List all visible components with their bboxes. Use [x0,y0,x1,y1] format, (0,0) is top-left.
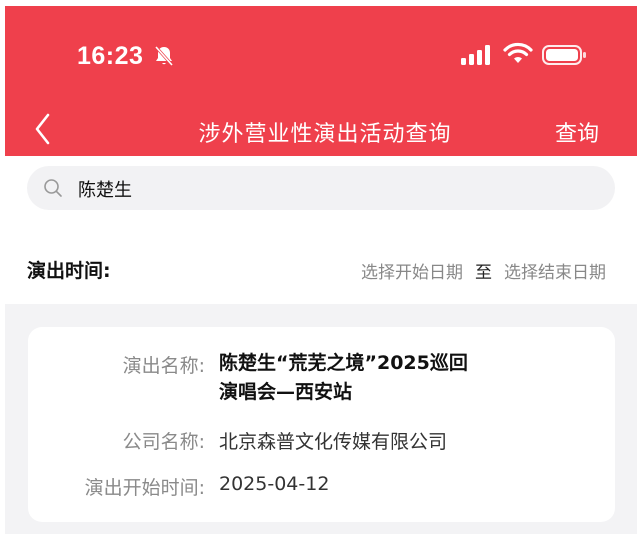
status-time: 16:23 [77,42,144,70]
date-separator: 至 [475,263,492,283]
company-name-label: 公司名称: [122,431,205,453]
end-date-picker[interactable]: 选择结束日期 [504,258,606,283]
app-header: 16:23 涉外营业性演出活动查询 查询 [5,6,637,156]
back-icon[interactable] [31,112,55,146]
signal-icon [461,45,490,65]
query-button[interactable]: 查询 [555,116,599,148]
performance-name-label: 演出名称: [122,355,205,377]
search-icon [44,179,62,197]
search-input[interactable]: 陈楚生 [78,176,132,202]
performance-name-line1: 陈楚生“荒芜之境”2025巡回 [219,352,468,374]
result-card[interactable]: 演出名称: 陈楚生“荒芜之境”2025巡回 演唱会—西安站 公司名称: 北京森普… [28,327,615,522]
start-time-value: 2025-04-12 [219,473,330,495]
performance-name-line2: 演唱会—西安站 [219,381,353,403]
company-name-value: 北京森普文化传媒有限公司 [219,431,448,453]
start-date-picker[interactable]: 选择开始日期 [361,258,463,283]
performance-name-value: 陈楚生“荒芜之境”2025巡回 演唱会—西安站 [219,349,559,407]
performance-time-label: 演出时间: [27,260,111,282]
page-title: 涉外营业性演出活动查询 [198,122,452,147]
date-range: 选择开始日期 至 选择结束日期 [361,258,606,283]
start-time-label: 演出开始时间: [84,477,205,499]
search-bar[interactable]: 陈楚生 [27,166,615,210]
wifi-icon [503,42,533,63]
bell-off-icon [154,46,174,66]
battery-icon [542,45,586,65]
